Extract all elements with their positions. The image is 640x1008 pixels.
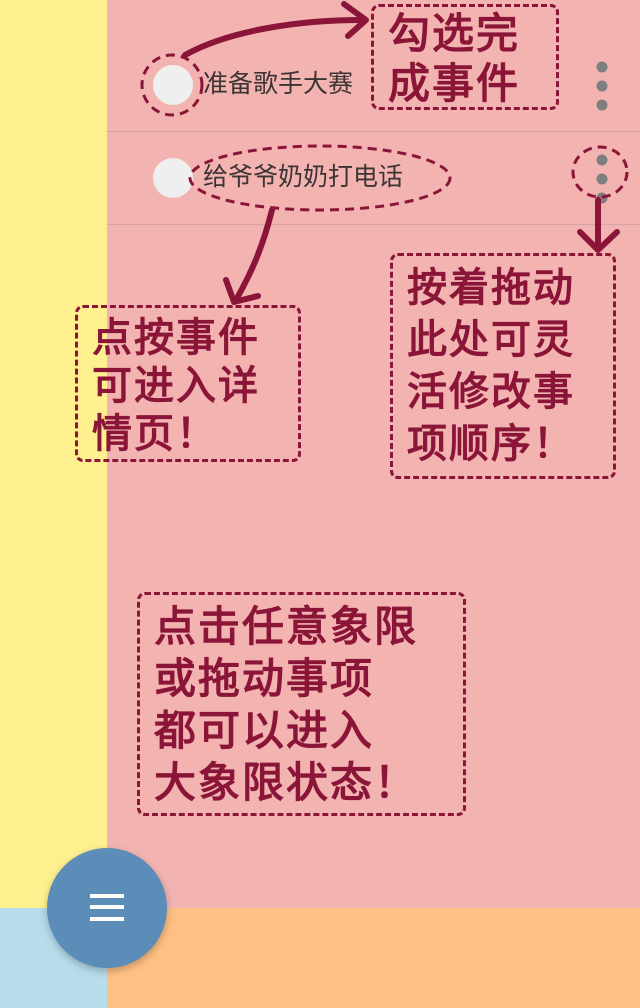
annotation-open-detail: 点按事件 可进入详 情页！ [75,305,301,462]
task-row[interactable]: 给爷爷奶奶打电话 [107,132,640,225]
quadrant-bottom-right[interactable] [107,908,640,1008]
circle-checkbox-icon[interactable] [153,158,193,198]
app-screen: 准备歌手大赛 给爷爷奶奶打电话 勾选完 成事件 点按事件 可进入详 情页！ 按着… [0,0,640,1008]
annotation-enter-big-quadrant: 点击任意象限 或拖动事项 都可以进入 大象限状态！ [137,592,466,816]
drag-handle-dots-icon[interactable] [591,151,613,207]
task-title[interactable]: 给爷爷奶奶打电话 [203,159,403,195]
annotation-complete-task: 勾选完 成事件 [371,4,559,110]
annotation-reorder: 按着拖动 此处可灵 活修改事 项顺序！ [390,253,616,479]
menu-fab-button[interactable] [47,848,167,968]
drag-handle-dots-icon[interactable] [591,58,613,114]
circle-checkbox-icon[interactable] [153,65,193,105]
task-title[interactable]: 准备歌手大赛 [203,66,353,102]
